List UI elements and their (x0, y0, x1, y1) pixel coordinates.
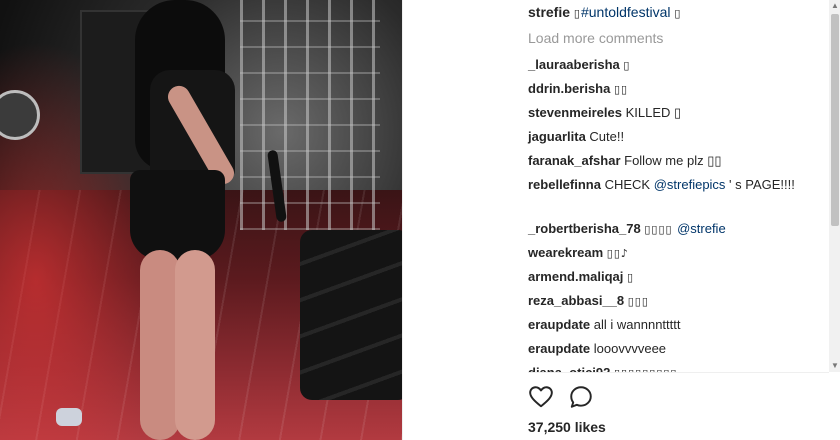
comment-username[interactable]: diana_otici92 (528, 365, 610, 372)
comment-text: ▯▯ (613, 83, 629, 96)
caption-emoji: ▯ (674, 7, 682, 20)
comment: wearekream ▯▯♪ (528, 244, 818, 263)
actions-divider (528, 372, 829, 373)
comments-scrollbar[interactable]: ▲ ▼ (829, 0, 840, 372)
load-more-comments-button[interactable]: Load more comments (528, 30, 663, 46)
post-photo[interactable] (0, 0, 402, 440)
comment: armend.maliqaj ▯ (528, 268, 818, 287)
comment: _robertberisha_78 ▯▯▯▯ @strefie (528, 220, 818, 239)
heart-icon[interactable] (528, 384, 556, 412)
comment-icon[interactable] (568, 384, 596, 412)
scaffolding (240, 0, 380, 230)
comment: rebellefinna CHECK @strefiepics ' s PAGE… (528, 176, 818, 194)
water-bottle (56, 408, 82, 426)
scrollbar-thumb[interactable] (831, 14, 839, 226)
comment-text: all i wannnnttttt (593, 317, 681, 332)
comment-username[interactable]: rebellefinna (528, 177, 601, 192)
comment: faranak_afshar Follow me plz ▯▯ (528, 152, 818, 170)
caption-emoji: ▯ (573, 7, 581, 20)
comment-username[interactable]: ddrin.berisha (528, 81, 610, 96)
comment-text: KILLED ▯ (625, 105, 682, 120)
comment-text: ▯ (627, 271, 635, 284)
caption-username[interactable]: strefie (528, 4, 570, 20)
comment-username[interactable]: reza_abbasi__8 (528, 293, 624, 308)
comment-text: Cute!! (589, 129, 625, 144)
comment-text: ▯▯▯ (627, 295, 649, 308)
comment: jaguarlita Cute!! (528, 128, 818, 146)
likes-count[interactable]: 37,250 likes (528, 419, 606, 435)
comment-mention[interactable]: @strefie (677, 221, 726, 236)
comment-username[interactable]: jaguarlita (528, 129, 586, 144)
comment-username[interactable]: eraupdate (528, 317, 590, 332)
comment-text: ▯ (623, 59, 631, 72)
comment-text: ' s PAGE!!!! (725, 177, 795, 192)
comment-text: ▯▯♪ (606, 247, 629, 260)
comment-username[interactable]: faranak_afshar (528, 153, 621, 168)
comment: eraupdate all i wannnnttttt (528, 316, 818, 334)
comment: reza_abbasi__8 ▯▯▯ (528, 292, 818, 311)
comment-username[interactable]: _robertberisha_78 (528, 221, 641, 236)
comments-list[interactable]: strefie ▯#untoldfestival ▯ Load more com… (403, 0, 829, 372)
comment-mention[interactable]: @strefiepics (654, 177, 726, 192)
comment-username[interactable]: _lauraaberisha (528, 57, 620, 72)
comment: ddrin.berisha ▯▯ (528, 80, 818, 99)
performer-leg-left (140, 250, 180, 440)
post-side-panel: strefie ▯#untoldfestival ▯ Load more com… (402, 0, 840, 440)
comment: eraupdate looovvvveee (528, 340, 818, 358)
performer-shorts (130, 170, 225, 260)
performer-leg-right (175, 250, 215, 440)
comment-text: CHECK (604, 177, 654, 192)
comment-username[interactable]: stevenmeireles (528, 105, 622, 120)
comment-text: ▯▯▯▯ (644, 223, 678, 236)
comment-username[interactable]: wearekream (528, 245, 603, 260)
comment-text: Follow me plz ▯▯ (624, 153, 722, 168)
comment: diana_otici92 ▯▯▯▯▯▯▯▯▯ (528, 364, 818, 372)
stage-speaker (300, 230, 402, 400)
comment-username[interactable]: armend.maliqaj (528, 269, 623, 284)
comment: stevenmeireles KILLED ▯ (528, 104, 818, 122)
scroll-up-arrow-icon[interactable]: ▲ (829, 0, 840, 12)
scroll-down-arrow-icon[interactable]: ▼ (829, 360, 840, 372)
comment-text: looovvvveee (593, 341, 667, 356)
comment: _lauraaberisha ▯ (528, 56, 818, 75)
post-caption: strefie ▯#untoldfestival ▯ (528, 4, 681, 20)
comment-username[interactable]: eraupdate (528, 341, 590, 356)
caption-hashtag[interactable]: #untoldfestival (581, 4, 671, 20)
